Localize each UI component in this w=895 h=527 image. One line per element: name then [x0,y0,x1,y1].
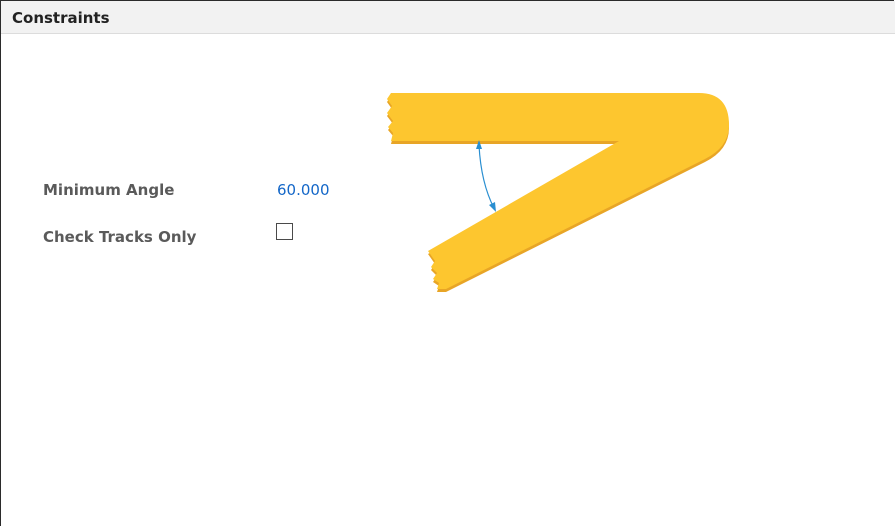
angle-arc [478,144,495,209]
panel-title: Constraints [12,9,110,27]
track-shape [387,93,729,289]
panel-header: Constraints [1,1,895,34]
minimum-angle-label: Minimum Angle [43,181,175,199]
minimum-angle-value[interactable]: 60.000 [277,181,330,199]
arc-arrowhead-bottom [489,202,496,212]
check-tracks-only-checkbox[interactable] [276,223,293,240]
check-tracks-only-label: Check Tracks Only [43,228,197,246]
acute-angle-diagram [387,93,729,292]
constraints-panel: Constraints Minimum Angle 60.000 Check T… [0,0,895,526]
